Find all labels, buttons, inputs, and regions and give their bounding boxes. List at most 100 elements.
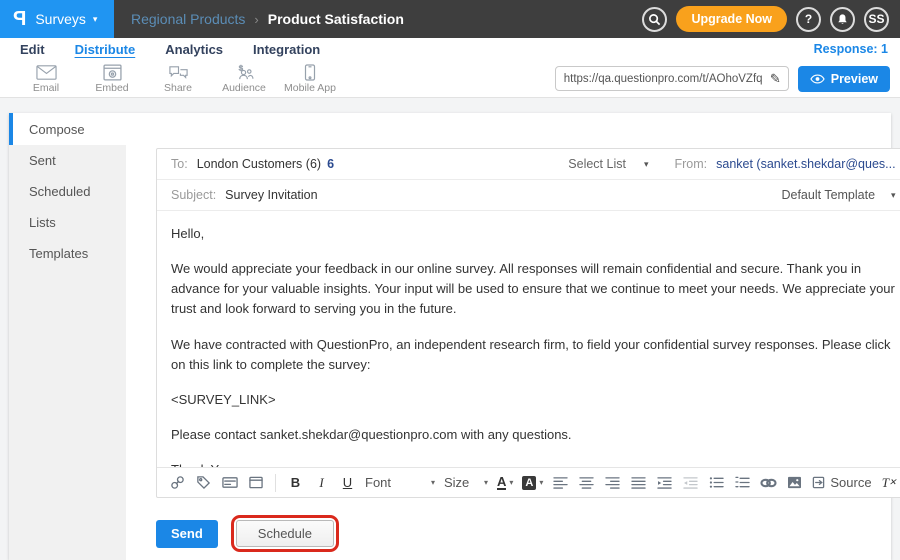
numbered-list-button[interactable]: [734, 472, 751, 494]
sidebar-item-templates[interactable]: Templates: [9, 238, 126, 269]
insert-image-button[interactable]: [786, 472, 803, 494]
source-doc-icon: [812, 476, 825, 489]
schedule-button[interactable]: Schedule: [236, 520, 334, 547]
tab-edit[interactable]: Edit: [20, 42, 45, 57]
surveys-product-menu[interactable]: P Surveys ▾: [0, 0, 114, 38]
bold-button[interactable]: B: [287, 472, 304, 494]
align-left-icon: [553, 476, 568, 489]
align-right-button[interactable]: [604, 472, 621, 494]
email-body-editor[interactable]: Hello, We would appreciate your feedback…: [157, 211, 900, 467]
tab-integration[interactable]: Integration: [253, 42, 320, 57]
search-button[interactable]: [642, 7, 667, 32]
merge-field-button[interactable]: [221, 472, 238, 494]
justify-button[interactable]: [630, 472, 647, 494]
product-label: Surveys: [35, 11, 86, 27]
upgrade-now-button[interactable]: Upgrade Now: [676, 6, 787, 32]
body-paragraph: <SURVEY_LINK>: [171, 390, 896, 410]
toolbar-separator: [275, 474, 276, 492]
align-left-button[interactable]: [552, 472, 569, 494]
channel-label: Audience: [222, 82, 266, 94]
top-bar: P Surveys ▾ Regional Products › Product …: [0, 0, 900, 38]
distribute-card: Compose Sent Scheduled Lists Templates T…: [9, 113, 891, 560]
indent-button[interactable]: [656, 472, 673, 494]
to-value[interactable]: London Customers (6): [197, 157, 321, 171]
numbered-list-icon: [735, 476, 750, 489]
compose-main: To: London Customers (6) 6 Select List ▾…: [126, 113, 900, 560]
highlight-annotation: Schedule: [231, 515, 339, 552]
font-label: Font: [365, 475, 391, 490]
channel-email[interactable]: Email: [13, 64, 79, 94]
to-row: To: London Customers (6) 6 Select List ▾…: [157, 149, 900, 180]
share-icon: [168, 64, 189, 81]
survey-url-field[interactable]: https://qa.questionpro.com/t/AOhoVZfqml …: [555, 66, 789, 91]
body-paragraph: We would appreciate your feedback in our…: [171, 259, 896, 319]
recipient-count[interactable]: 6: [327, 157, 334, 171]
compose-actions: Send Schedule: [156, 515, 900, 552]
help-button[interactable]: ?: [796, 7, 821, 32]
link-rings-icon: [760, 477, 777, 489]
hyperlink-button[interactable]: [760, 472, 777, 494]
audience-icon: $: [234, 64, 255, 81]
channel-label: Embed: [95, 82, 128, 94]
email-side-menu: Compose Sent Scheduled Lists Templates: [9, 113, 126, 560]
embed-icon: [103, 64, 122, 81]
edit-url-icon[interactable]: ✎: [763, 71, 788, 87]
page-body: Compose Sent Scheduled Lists Templates T…: [0, 98, 900, 560]
notifications-button[interactable]: [830, 7, 855, 32]
embed-window-button[interactable]: [247, 472, 264, 494]
sidebar-item-compose[interactable]: Compose: [9, 113, 126, 145]
select-list-dropdown[interactable]: Select List ▾: [568, 157, 648, 171]
channel-mobile-app[interactable]: Mobile App: [277, 64, 343, 94]
font-family-dropdown[interactable]: Font ▾: [365, 475, 435, 490]
window-icon: [249, 476, 263, 489]
to-label: To:: [171, 157, 188, 171]
body-paragraph: We have contracted with QuestionPro, an …: [171, 335, 896, 375]
survey-url-area: https://qa.questionpro.com/t/AOhoVZfqml …: [555, 66, 900, 92]
channel-embed[interactable]: Embed: [79, 64, 145, 94]
survey-tabs: Edit Distribute Analytics Integration Re…: [0, 38, 900, 60]
tab-distribute[interactable]: Distribute: [75, 42, 136, 57]
subject-input[interactable]: Survey Invitation: [225, 188, 317, 202]
distribute-channel-bar: Email Embed Share $ Audience Mobile App …: [0, 60, 900, 98]
topbar-actions: Upgrade Now ? SS: [642, 6, 900, 32]
italic-button[interactable]: I: [313, 472, 330, 494]
insert-link-button[interactable]: [169, 472, 186, 494]
template-dropdown[interactable]: Default Template ▾: [781, 188, 895, 202]
align-center-icon: [579, 476, 594, 489]
align-center-button[interactable]: [578, 472, 595, 494]
channel-label: Share: [164, 82, 192, 94]
email-icon: [36, 64, 57, 81]
breadcrumb-parent-link[interactable]: Regional Products: [131, 11, 245, 27]
send-button[interactable]: Send: [156, 520, 218, 548]
channel-audience[interactable]: $ Audience: [211, 64, 277, 94]
search-icon: [648, 13, 661, 26]
text-color-button[interactable]: A ▾: [497, 475, 513, 490]
preview-button[interactable]: Preview: [798, 66, 890, 92]
source-button[interactable]: Source: [812, 472, 871, 494]
chevron-down-icon: ▾: [644, 159, 649, 170]
sidebar-item-lists[interactable]: Lists: [9, 207, 126, 238]
background-color-button[interactable]: A ▾: [522, 476, 543, 490]
outdent-button[interactable]: [682, 472, 699, 494]
from-dropdown[interactable]: From: sanket (sanket.shekdar@ques...: [674, 157, 895, 171]
tab-analytics[interactable]: Analytics: [165, 42, 223, 57]
sidebar-item-sent[interactable]: Sent: [9, 145, 126, 176]
user-avatar[interactable]: SS: [864, 7, 889, 32]
chevron-down-icon: ▾: [93, 14, 98, 25]
chevron-down-icon: ▾: [509, 478, 513, 487]
remove-format-button[interactable]: T✕: [881, 472, 898, 494]
remove-format-icon: T: [882, 475, 889, 491]
response-count-link[interactable]: Response: 1: [814, 42, 900, 56]
sidebar-item-scheduled[interactable]: Scheduled: [9, 176, 126, 207]
bulleted-list-button[interactable]: [708, 472, 725, 494]
channel-label: Mobile App: [284, 82, 336, 94]
breadcrumb-current: Product Satisfaction: [268, 11, 404, 27]
font-size-dropdown[interactable]: Size ▾: [444, 475, 488, 490]
channel-share[interactable]: Share: [145, 64, 211, 94]
merge-tag-button[interactable]: [195, 472, 212, 494]
eye-icon: [810, 74, 825, 84]
from-value: sanket (sanket.shekdar@ques...: [716, 157, 895, 171]
question-mark-icon: ?: [805, 12, 812, 26]
body-paragraph: Thank You: [171, 460, 896, 467]
underline-button[interactable]: U: [339, 472, 356, 494]
